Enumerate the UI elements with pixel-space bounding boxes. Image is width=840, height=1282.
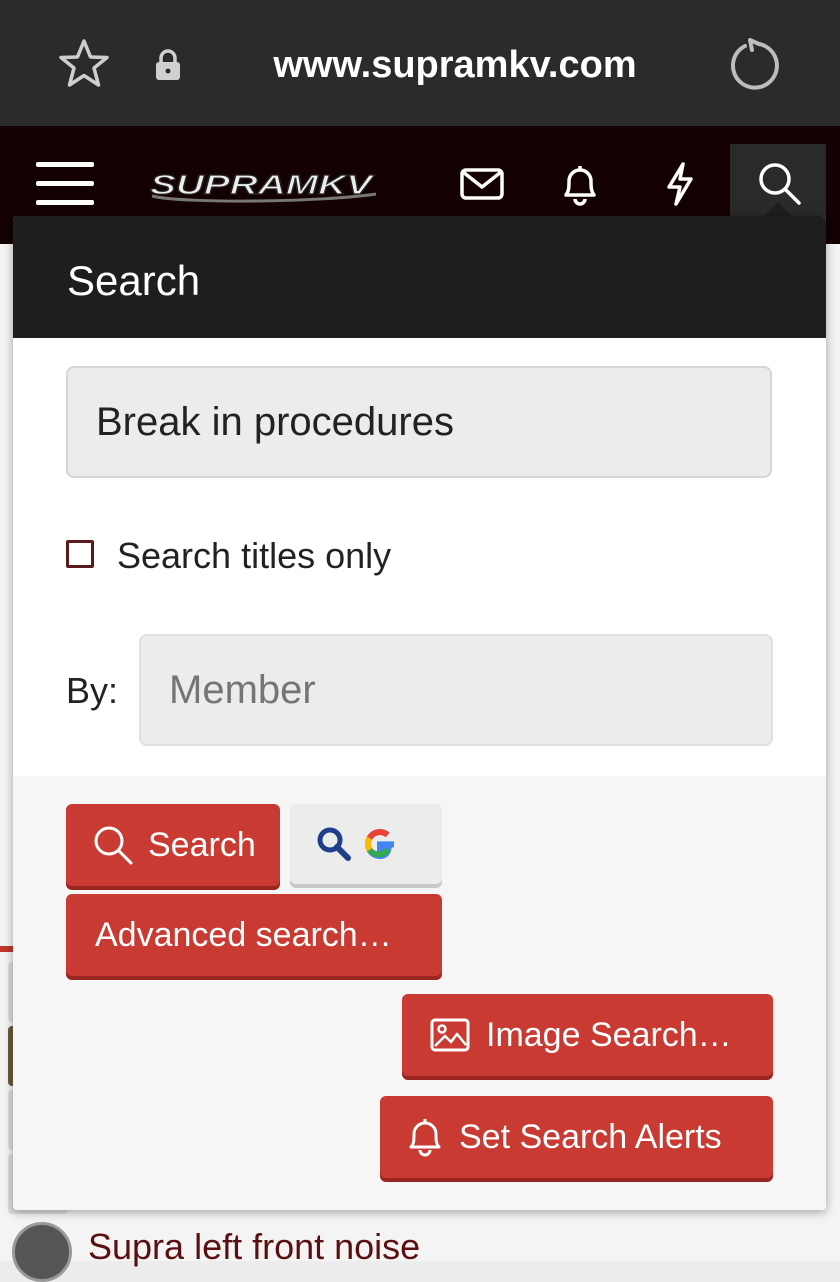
reload-icon[interactable] <box>728 38 782 92</box>
thread-title[interactable]: Supra left front noise <box>88 1226 420 1268</box>
image-search-label: Image Search… <box>486 1016 732 1054</box>
member-input[interactable] <box>139 634 773 746</box>
set-search-alerts-label: Set Search Alerts <box>459 1118 722 1156</box>
set-search-alerts-button[interactable]: Set Search Alerts <box>380 1096 773 1178</box>
search-icon <box>94 826 133 865</box>
lock-icon <box>156 49 180 80</box>
advanced-search-label: Advanced search… <box>95 916 392 954</box>
avatar[interactable] <box>12 1222 72 1282</box>
site-logo[interactable]: SUPRAMKV <box>144 164 384 206</box>
google-icon <box>364 828 394 860</box>
search-icon[interactable] <box>756 160 802 206</box>
search-actions: Search Advanced search… Image Search… Se… <box>13 776 826 1210</box>
search-popup: Search Search titles only By: Search <box>13 216 826 1210</box>
popup-header: Search <box>13 216 826 338</box>
image-search-button[interactable]: Image Search… <box>402 994 773 1076</box>
menu-icon[interactable] <box>36 162 94 206</box>
envelope-icon[interactable] <box>458 160 506 208</box>
titles-only-label[interactable]: Search titles only <box>117 536 391 576</box>
star-icon[interactable] <box>58 38 110 90</box>
image-icon <box>430 1018 470 1052</box>
browser-toolbar: www.supramkv.com <box>0 0 840 126</box>
search-button[interactable]: Search <box>66 804 280 886</box>
address-bar-url[interactable]: www.supramkv.com <box>230 40 680 90</box>
search-form: Search titles only By: <box>13 338 826 777</box>
search-input[interactable] <box>66 366 772 478</box>
google-search-button[interactable] <box>290 804 442 884</box>
titles-only-checkbox[interactable] <box>66 540 94 568</box>
popup-title: Search <box>67 257 201 304</box>
bell-icon <box>409 1119 441 1157</box>
page-divider <box>0 946 14 952</box>
search-button-label: Search <box>148 826 256 864</box>
advanced-search-button[interactable]: Advanced search… <box>66 894 442 976</box>
lightning-icon[interactable] <box>656 160 704 208</box>
svg-text:SUPRAMKV: SUPRAMKV <box>150 169 375 200</box>
bell-icon[interactable] <box>556 160 604 208</box>
by-label: By: <box>66 670 119 711</box>
magnifier-icon <box>317 827 351 861</box>
